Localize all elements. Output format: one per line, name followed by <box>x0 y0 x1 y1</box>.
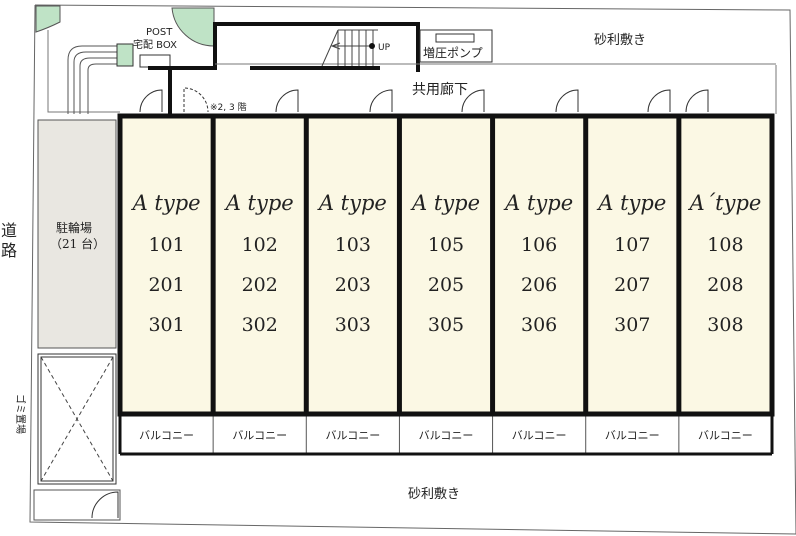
floor-plan: A type 101 201 301 バルコニー A type 102 202 302 バルコニー… <box>1 4 796 535</box>
unit-type-label: A type <box>410 191 480 215</box>
unit-cell <box>678 116 772 414</box>
room-number: 306 <box>521 314 557 336</box>
garbage-label: ゴミ置場 <box>14 394 27 434</box>
unit-cell <box>306 116 400 414</box>
room-number: 101 <box>148 234 184 256</box>
unit-cell <box>585 116 679 414</box>
unit-type-label: A type <box>503 191 573 215</box>
unit-cell <box>399 116 493 414</box>
room-number: 303 <box>335 314 371 336</box>
parking-label-2: （21 台） <box>50 236 105 251</box>
room-number: 201 <box>148 274 184 296</box>
stair-hall-door <box>183 87 209 113</box>
balcony-label: バルコニー <box>232 429 287 442</box>
balcony-label: バルコニー <box>605 429 660 442</box>
unit-type-label: A type <box>596 191 666 215</box>
bottom-left-door <box>91 491 119 519</box>
gravel-bottom-label: 砂利敷き <box>408 487 460 502</box>
room-number: 301 <box>148 314 184 336</box>
balcony-label: バルコニー <box>512 429 567 442</box>
room-number: 205 <box>428 274 464 296</box>
unit-cell <box>120 116 214 414</box>
units-layer: A type 101 201 301 バルコニー A type 102 202 302 バルコニー… <box>120 116 772 454</box>
room-number: 203 <box>335 274 371 296</box>
room-number: 307 <box>614 314 650 336</box>
balcony-label: バルコニー <box>139 429 194 442</box>
road-label-2: 路 <box>1 241 17 260</box>
corner-tree <box>35 5 61 33</box>
unit-type-label: A type <box>131 191 201 215</box>
stairs-up-marker <box>369 43 375 49</box>
parking-label-1: 駐輪場 <box>56 220 92 235</box>
room-number: 108 <box>707 234 743 256</box>
room-number: 107 <box>614 234 650 256</box>
room-number: 102 <box>242 234 278 256</box>
room-number: 206 <box>521 274 557 296</box>
unit-cell <box>213 116 307 414</box>
delivery-box-line1: POST <box>146 27 173 38</box>
stair-note-label: ※2, 3 階 <box>210 102 247 113</box>
unit-type-label: A type <box>224 191 294 215</box>
room-number: 207 <box>614 274 650 296</box>
room-number: 103 <box>335 234 371 256</box>
unit-type-label: A type <box>317 191 387 215</box>
road-label-1: 道 <box>1 221 17 240</box>
compound-line <box>47 30 120 113</box>
ramp-rail <box>67 45 120 114</box>
room-number: 106 <box>521 234 557 256</box>
balcony-label: バルコニー <box>325 429 380 442</box>
room-number: 305 <box>428 314 464 336</box>
unit-type-label: A´type <box>688 191 762 215</box>
room-number: 202 <box>242 274 278 296</box>
room-number: 208 <box>707 274 743 296</box>
balcony-label: バルコニー <box>698 429 753 442</box>
stairs-up-label: UP <box>378 43 391 53</box>
unit-cell <box>492 116 586 414</box>
delivery-box-line2: 宅配 BOX <box>133 38 177 51</box>
gravel-top-label: 砂利敷き <box>594 33 646 48</box>
room-number: 302 <box>242 314 278 336</box>
booster-pump-label: 増圧ポンプ <box>423 46 483 60</box>
gate-post <box>116 43 134 67</box>
room-number: 105 <box>428 234 464 256</box>
entrance-tree <box>171 7 215 47</box>
stairs <box>321 29 378 67</box>
corridor-label: 共用廊下 <box>412 81 468 98</box>
room-number: 308 <box>707 314 743 336</box>
delivery-box <box>139 54 171 68</box>
booster-pump-inner <box>435 33 475 43</box>
balcony-label: バルコニー <box>419 429 474 442</box>
